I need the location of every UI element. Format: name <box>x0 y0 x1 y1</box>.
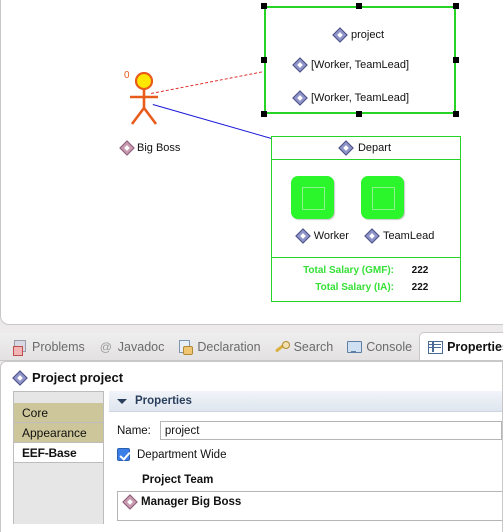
selection-handle-ne[interactable] <box>453 3 459 9</box>
section-header-label: Properties <box>135 395 192 407</box>
search-icon <box>275 340 290 354</box>
list-item-label: Manager Big Boss <box>141 496 242 508</box>
salary-value: 222 <box>411 265 429 276</box>
tab-list-spacer <box>14 392 103 403</box>
diamond-pink-icon <box>124 497 135 508</box>
properties-tab-core[interactable]: Core <box>14 403 103 423</box>
depart-node-footer: Total Salary (GMF): 222 Total Salary (IA… <box>272 258 460 299</box>
properties-tab-list: Core Appearance EEF-Base <box>1 391 104 524</box>
properties-tab-label: EEF-Base <box>22 446 77 460</box>
actor-multiplicity: 0 <box>124 70 130 81</box>
selection-handle-e[interactable] <box>453 57 459 63</box>
section-header-properties[interactable]: Properties <box>109 391 502 412</box>
depart-member: Worker <box>298 230 349 242</box>
properties-tab-label: Appearance <box>22 426 87 440</box>
selection-handle-n[interactable] <box>356 3 362 9</box>
department-wide-row[interactable]: Department Wide <box>109 440 502 461</box>
project-node-row-label: [Worker, TeamLead] <box>311 92 410 104</box>
tab-label: Problems <box>32 340 85 354</box>
name-input[interactable] <box>159 421 502 440</box>
tab-label: Javadoc <box>117 340 165 354</box>
diamond-blue-icon <box>14 372 25 383</box>
selection-handle-sw[interactable] <box>261 111 267 117</box>
chevron-down-icon[interactable] <box>117 398 127 404</box>
diamond-blue-icon <box>341 143 352 154</box>
name-field-row: Name: <box>109 412 502 440</box>
salary-row: Total Salary (IA): 222 <box>272 279 460 296</box>
red-dashed-connector[interactable] <box>151 70 268 94</box>
javadoc-icon: @ <box>99 340 112 354</box>
salary-row: Total Salary (GMF): 222 <box>272 262 460 279</box>
salary-value: 222 <box>411 282 429 293</box>
depart-member-labels: Worker TeamLead <box>272 230 460 242</box>
project-node-title-row: project <box>334 29 384 41</box>
tab-declaration[interactable]: Declaration <box>171 334 267 360</box>
diamond-blue-icon <box>334 30 345 41</box>
project-node-row: [Worker, TeamLead] <box>294 92 409 104</box>
actor-label: Big Boss <box>137 142 181 154</box>
green-box-worker[interactable] <box>291 176 334 219</box>
tab-label: Properties <box>447 339 503 354</box>
selection-handle-w[interactable] <box>261 57 267 63</box>
page-title: Project project <box>1 362 502 391</box>
green-box-teamlead[interactable] <box>361 176 404 219</box>
actor-label-row[interactable]: Big Boss <box>121 142 180 154</box>
depart-node-title: Depart <box>357 142 392 154</box>
selection-handle-s[interactable] <box>356 111 362 117</box>
salary-label: Total Salary (GMF): <box>303 265 394 276</box>
depart-node-body: Worker TeamLead <box>272 160 460 258</box>
console-icon <box>347 340 363 354</box>
properties-tab-label: Core <box>22 406 49 420</box>
declaration-icon <box>178 340 194 355</box>
tab-problems[interactable]: Problems <box>6 334 92 360</box>
project-team-label: Project Team <box>142 474 214 486</box>
diagram-canvas[interactable]: 0 Big Boss project [Worker, TeamLead] [W… <box>0 0 503 325</box>
depart-member: TeamLead <box>367 230 434 242</box>
actor-figure <box>130 71 158 125</box>
tab-search[interactable]: Search <box>268 334 341 360</box>
problems-icon <box>13 340 27 356</box>
properties-tab-eef-base[interactable]: EEF-Base <box>14 443 103 463</box>
properties-tab-appearance[interactable]: Appearance <box>14 423 103 443</box>
properties-body: Core Appearance EEF-Base Properties Name… <box>1 391 502 524</box>
tab-console[interactable]: Console <box>340 334 419 360</box>
tab-label: Declaration <box>197 340 261 354</box>
properties-view: Project project Core Appearance EEF-Base <box>0 361 503 532</box>
project-node[interactable]: project [Worker, TeamLead] [Worker, Team… <box>264 6 456 114</box>
project-node-row: [Worker, TeamLead] <box>294 59 409 71</box>
project-node-title: project <box>351 29 385 41</box>
diamond-blue-icon <box>298 231 309 242</box>
view-tab-bar: Problems @ Javadoc Declaration Search Co… <box>0 332 503 361</box>
department-wide-checkbox[interactable] <box>117 448 130 461</box>
selection-handle-nw[interactable] <box>261 3 267 9</box>
depart-member-label: Worker <box>313 230 349 242</box>
tab-javadoc[interactable]: @ Javadoc <box>92 334 172 360</box>
depart-node[interactable]: Depart Worker TeamLead Total Salary (GMF… <box>271 136 461 302</box>
depart-node-header: Depart <box>272 137 460 160</box>
properties-form: Properties Name: Department Wide Project… <box>104 391 502 524</box>
salary-label: Total Salary (IA): <box>315 282 394 293</box>
properties-icon <box>428 340 444 354</box>
list-item[interactable]: Manager Big Boss <box>118 492 502 508</box>
department-wide-label: Department Wide <box>137 448 227 461</box>
project-node-row-label: [Worker, TeamLead] <box>311 59 410 71</box>
tab-properties[interactable]: Properties » <box>419 332 503 360</box>
blue-solid-connector[interactable] <box>152 104 276 140</box>
actor-icon[interactable]: 0 <box>124 70 167 127</box>
diamond-blue-icon <box>294 60 305 71</box>
depart-member-label: TeamLead <box>382 230 435 242</box>
tab-label: Search <box>293 340 334 354</box>
selection-handle-se[interactable] <box>453 111 459 117</box>
project-team-list[interactable]: Manager Big Boss <box>117 491 502 521</box>
diamond-blue-icon <box>367 231 378 242</box>
eclipse-window: 0 Big Boss project [Worker, TeamLead] [W… <box>0 0 503 532</box>
diamond-blue-icon <box>294 93 305 104</box>
diamond-pink-icon <box>121 143 132 154</box>
page-title-label: Project project <box>32 370 124 385</box>
name-field-label: Name: <box>117 424 151 437</box>
tab-label: Console <box>366 340 413 354</box>
